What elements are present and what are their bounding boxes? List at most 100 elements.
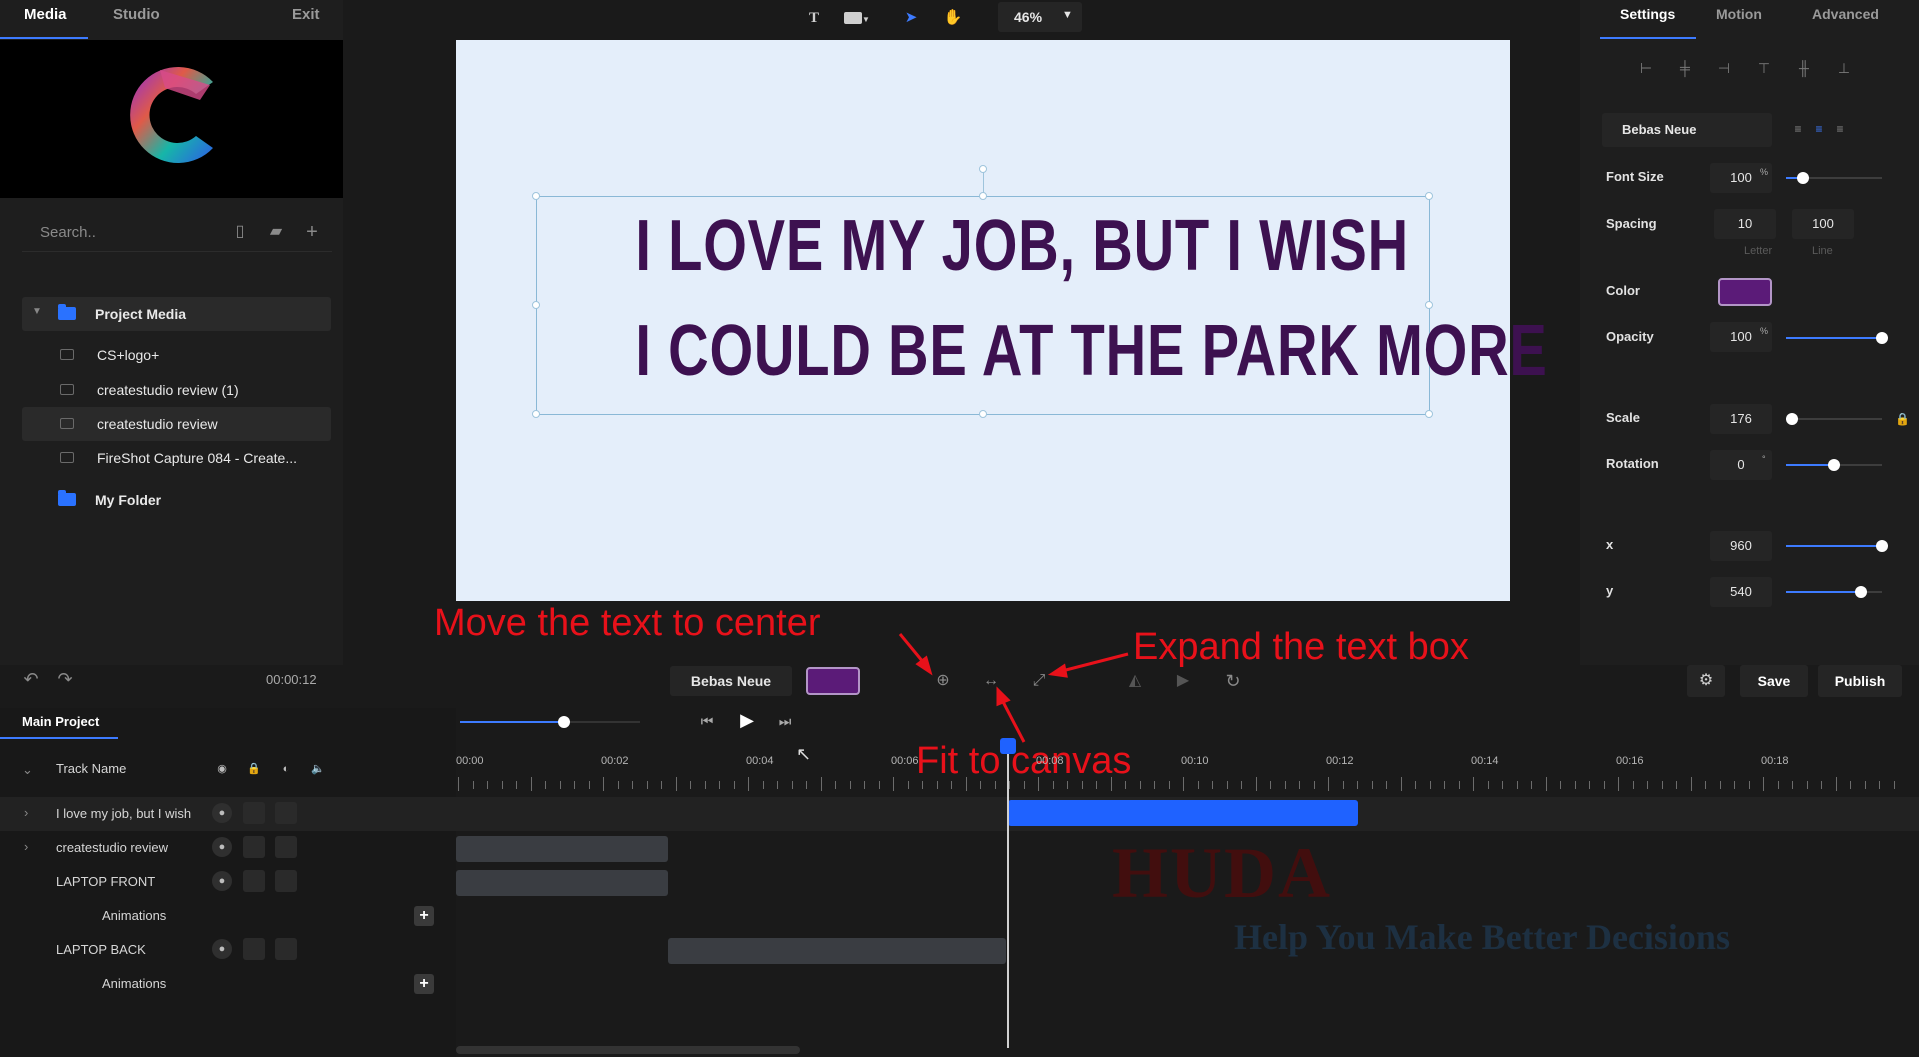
track-name[interactable]: Animations bbox=[102, 908, 166, 923]
track-toggle[interactable] bbox=[243, 938, 265, 960]
ruler-tick bbox=[762, 781, 764, 789]
track-name[interactable]: I love my job, but I wish bbox=[56, 806, 196, 821]
track-toggle[interactable] bbox=[275, 938, 297, 960]
ruler-tick bbox=[951, 781, 952, 789]
ruler-tick bbox=[1502, 781, 1503, 789]
ruler-tick bbox=[559, 781, 561, 789]
ruler-tick bbox=[936, 781, 938, 789]
ruler-tick bbox=[1197, 781, 1199, 789]
ruler-label: 00:10 bbox=[1181, 755, 1209, 767]
tab-main-project[interactable]: Main Project bbox=[22, 714, 99, 729]
ruler-tick bbox=[516, 781, 517, 789]
ruler-tick bbox=[1545, 777, 1547, 791]
track-name[interactable]: createstudio review bbox=[56, 840, 168, 855]
editor-app: Media Studio Exit Search.. ▯ ▰ + ▼ Proje… bbox=[0, 0, 1919, 1057]
video-clip[interactable] bbox=[456, 836, 668, 862]
ruler-tick bbox=[791, 781, 793, 789]
track-name[interactable]: LAPTOP BACK bbox=[56, 942, 146, 957]
ruler-tick bbox=[1574, 781, 1576, 789]
ruler-label: 00:00 bbox=[456, 755, 484, 767]
ruler-tick bbox=[1821, 781, 1822, 789]
ruler-tick bbox=[1589, 781, 1590, 789]
ruler-tick bbox=[1850, 781, 1851, 789]
solo-icon[interactable]: ◐ bbox=[276, 759, 296, 779]
eye-icon[interactable]: ● bbox=[212, 871, 232, 891]
ruler-tick bbox=[603, 777, 604, 791]
ruler-tick bbox=[907, 781, 909, 789]
ruler-tick bbox=[1183, 777, 1184, 791]
speaker-icon[interactable]: 🔈 bbox=[308, 759, 328, 779]
track-toggle[interactable] bbox=[275, 802, 297, 824]
ruler-tick bbox=[458, 777, 459, 791]
track-name[interactable]: LAPTOP FRONT bbox=[56, 874, 155, 889]
ruler-tick bbox=[1690, 777, 1692, 791]
ruler-tick bbox=[1835, 777, 1837, 791]
track-toggle[interactable] bbox=[275, 836, 297, 858]
ruler-tick bbox=[1792, 781, 1793, 789]
ruler-tick bbox=[1458, 781, 1460, 789]
timeline-scrollbar[interactable] bbox=[456, 1046, 800, 1054]
ruler-tick bbox=[1618, 777, 1619, 791]
ruler-tick bbox=[965, 777, 967, 791]
ruler-tick bbox=[1241, 781, 1242, 789]
ruler-tick bbox=[1154, 781, 1155, 789]
expand-track-icon[interactable]: › bbox=[24, 839, 28, 854]
ruler-tick bbox=[1342, 781, 1344, 789]
ruler-tick bbox=[1719, 781, 1721, 789]
image-clip[interactable] bbox=[456, 870, 668, 896]
track-toggle[interactable] bbox=[243, 870, 265, 892]
ruler-tick bbox=[1052, 781, 1054, 789]
lock-icon[interactable]: 🔒 bbox=[244, 759, 264, 779]
watermark-logo: HUDA bbox=[1112, 833, 1332, 913]
ruler-tick bbox=[777, 781, 778, 789]
eye-icon[interactable]: ◉ bbox=[212, 759, 232, 779]
text-clip[interactable] bbox=[1008, 800, 1358, 826]
ruler-tick bbox=[675, 777, 677, 791]
ruler-tick bbox=[545, 781, 546, 789]
track-name-header: Track Name bbox=[56, 761, 127, 776]
ruler-tick bbox=[646, 781, 648, 789]
collapse-all-icon[interactable]: ⌄ bbox=[22, 762, 33, 778]
eye-icon[interactable]: ● bbox=[212, 803, 232, 823]
add-animation-button[interactable]: + bbox=[414, 974, 434, 994]
playhead[interactable] bbox=[1007, 738, 1009, 1048]
ruler-label: 00:14 bbox=[1471, 755, 1499, 767]
add-animation-button[interactable]: + bbox=[414, 906, 434, 926]
ruler-tick bbox=[994, 781, 996, 789]
ruler-tick bbox=[501, 781, 503, 789]
eye-icon[interactable]: ● bbox=[212, 939, 232, 959]
ruler-tick bbox=[849, 781, 851, 789]
ruler-tick bbox=[1893, 781, 1895, 789]
ruler-tick bbox=[1009, 781, 1010, 789]
ruler-tick bbox=[487, 781, 488, 789]
ruler-tick bbox=[617, 781, 619, 789]
expand-track-icon[interactable]: › bbox=[24, 805, 28, 820]
eye-icon[interactable]: ● bbox=[212, 837, 232, 857]
ruler-tick bbox=[1067, 781, 1068, 789]
ruler-tick bbox=[1647, 781, 1648, 789]
ruler-tick bbox=[748, 777, 749, 791]
image-clip[interactable] bbox=[668, 938, 1006, 964]
track-toggle[interactable] bbox=[275, 870, 297, 892]
ruler-tick bbox=[1081, 781, 1083, 789]
ruler-tick bbox=[1357, 781, 1358, 789]
track-name[interactable]: Animations bbox=[102, 976, 166, 991]
track-toggle[interactable] bbox=[243, 802, 265, 824]
ruler-tick bbox=[878, 781, 880, 789]
ruler-tick bbox=[1473, 777, 1474, 791]
ruler-tick bbox=[1763, 777, 1764, 791]
ruler-tick bbox=[1125, 781, 1126, 789]
ruler-label: 00:12 bbox=[1326, 755, 1354, 767]
ruler-label: 00:16 bbox=[1616, 755, 1644, 767]
ruler-tick bbox=[820, 777, 822, 791]
ruler-label: 00:08 bbox=[1036, 755, 1064, 767]
ruler-tick bbox=[1284, 781, 1286, 789]
ruler-tick bbox=[835, 781, 836, 789]
ruler-tick bbox=[1676, 781, 1677, 789]
ruler-tick bbox=[1270, 781, 1271, 789]
ruler-tick bbox=[1023, 781, 1025, 789]
playhead-handle[interactable] bbox=[1000, 738, 1016, 754]
ruler-tick bbox=[1313, 781, 1315, 789]
ruler-tick bbox=[1299, 781, 1300, 789]
track-toggle[interactable] bbox=[243, 836, 265, 858]
